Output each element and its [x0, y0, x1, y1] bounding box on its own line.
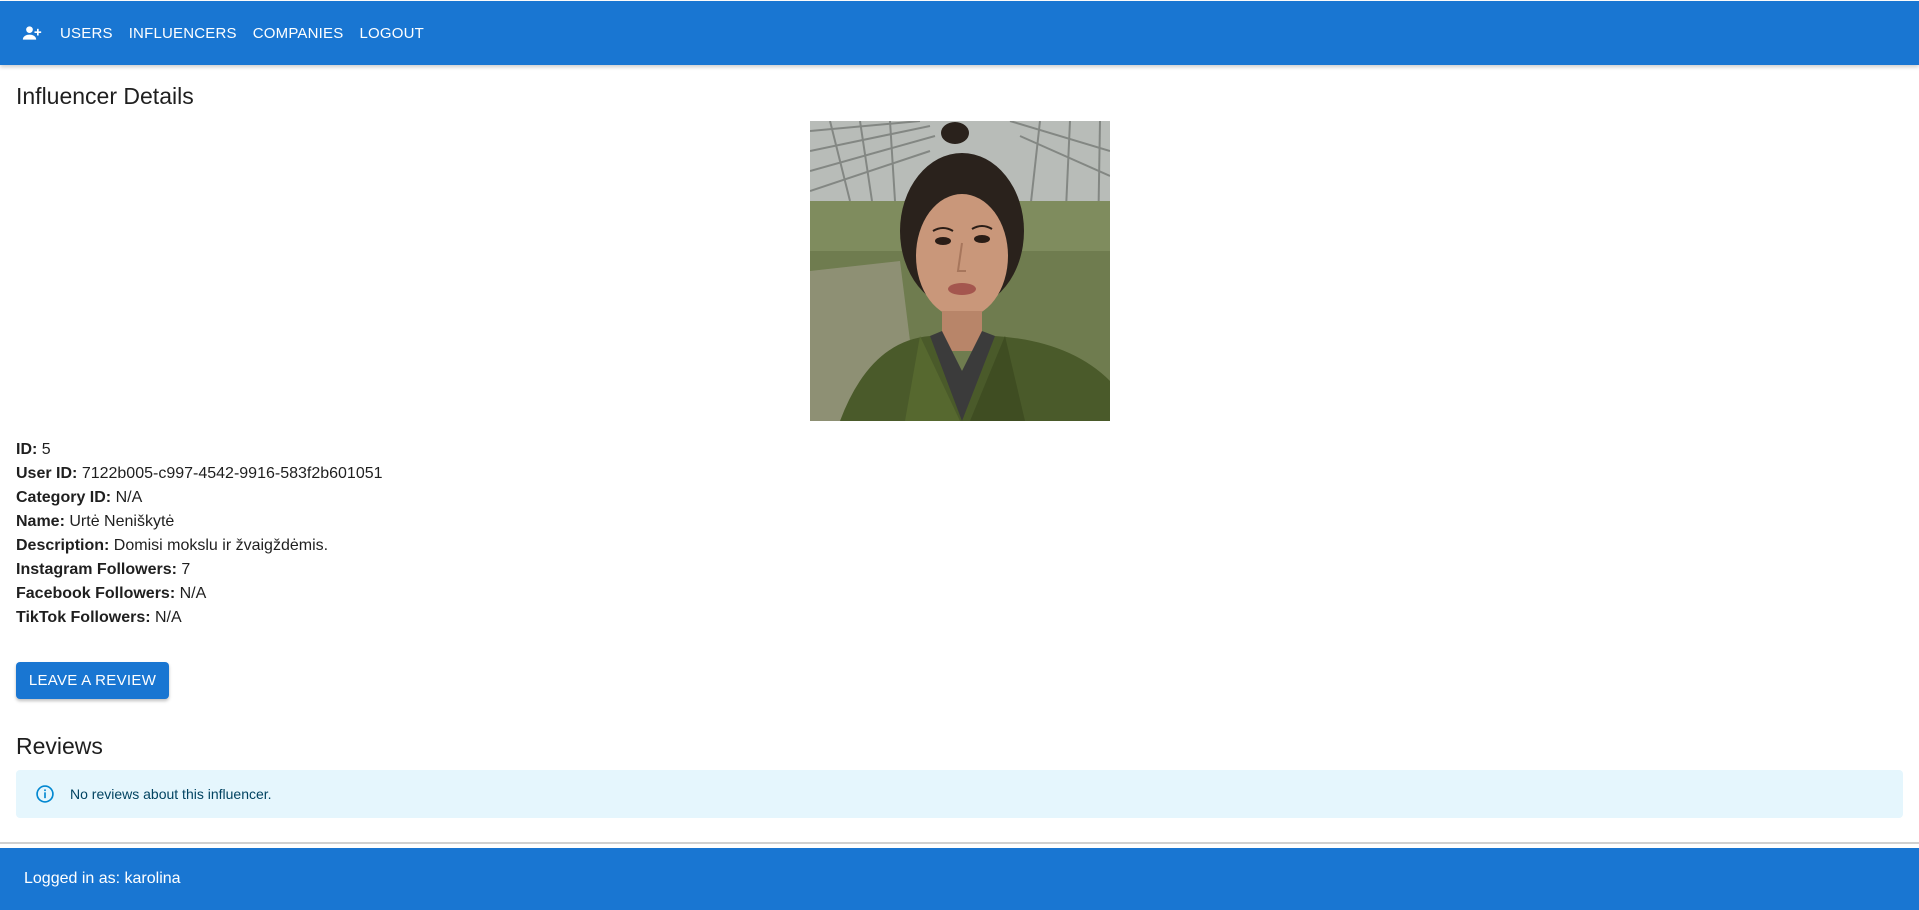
person-add-icon[interactable]: [22, 23, 42, 43]
detail-row-facebook-followers: Facebook Followers: N/A: [16, 582, 383, 606]
detail-row-user-id: User ID: 7122b005-c997-4542-9916-583f2b6…: [16, 462, 383, 486]
leave-review-button[interactable]: LEAVE A REVIEW: [16, 662, 169, 699]
detail-label: Facebook Followers:: [16, 585, 176, 602]
nav-link-users[interactable]: USERS: [60, 25, 113, 42]
influencer-photo: [810, 121, 1110, 421]
info-icon: [34, 783, 56, 805]
no-reviews-alert: No reviews about this influencer.: [16, 770, 1903, 818]
detail-value: Urtė Neniškytė: [69, 513, 175, 530]
detail-label: Instagram Followers:: [16, 561, 177, 578]
detail-value: 7: [181, 561, 191, 578]
reviews-heading: Reviews: [16, 733, 103, 759]
detail-row-instagram-followers: Instagram Followers: 7: [16, 558, 383, 582]
detail-value: Domisi mokslu ir žvaigždėmis.: [113, 537, 329, 554]
detail-row-description: Description: Domisi mokslu ir žvaigždėmi…: [16, 534, 383, 558]
detail-label: Category ID:: [16, 489, 112, 506]
influencer-details: ID: 5 User ID: 7122b005-c997-4542-9916-5…: [16, 438, 383, 630]
detail-value: 7122b005-c997-4542-9916-583f2b601051: [81, 465, 383, 482]
app-bar: USERS INFLUENCERS COMPANIES LOGOUT: [0, 1, 1919, 65]
detail-row-id: ID: 5: [16, 438, 383, 462]
detail-value: N/A: [155, 609, 182, 626]
detail-value: N/A: [179, 585, 207, 602]
detail-label: TikTok Followers:: [16, 609, 151, 626]
nav-link-companies[interactable]: COMPANIES: [253, 25, 344, 42]
detail-value: N/A: [115, 489, 143, 506]
detail-row-category-id: Category ID: N/A: [16, 486, 383, 510]
detail-row-name: Name: Urtė Neniškytė: [16, 510, 383, 534]
detail-label: Name:: [16, 513, 65, 530]
nav-link-logout[interactable]: LOGOUT: [359, 25, 424, 42]
footer: Logged in as: karolina: [0, 848, 1919, 910]
detail-row-tiktok-followers: TikTok Followers: N/A: [16, 606, 383, 630]
detail-label: User ID:: [16, 465, 78, 482]
nav-link-influencers[interactable]: INFLUENCERS: [129, 25, 237, 42]
no-reviews-message: No reviews about this influencer.: [70, 786, 272, 802]
detail-label: ID:: [16, 441, 38, 458]
detail-value: 5: [41, 441, 51, 458]
footer-divider: [0, 842, 1919, 844]
detail-label: Description:: [16, 537, 110, 554]
page-title: Influencer Details: [16, 83, 194, 109]
logged-in-status: Logged in as: karolina: [24, 870, 181, 887]
